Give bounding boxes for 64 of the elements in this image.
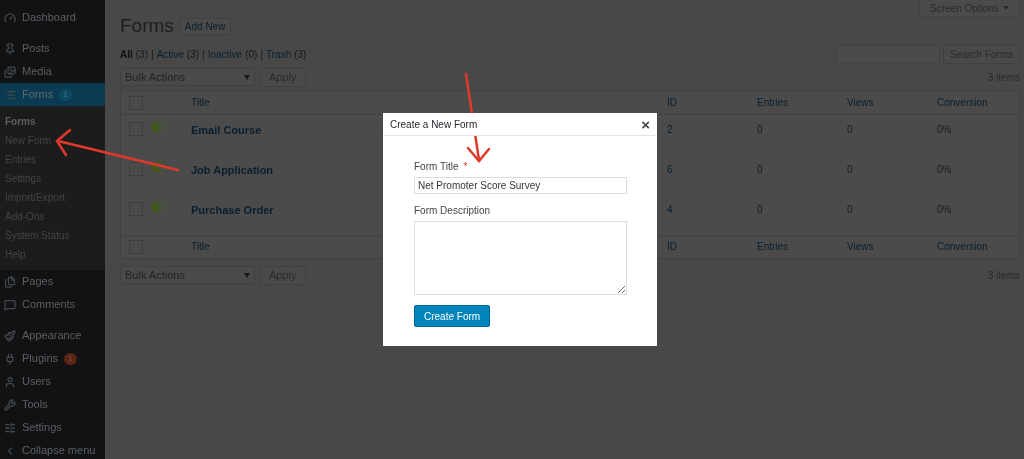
- form-title-link[interactable]: Email Course: [191, 121, 262, 138]
- wrench-icon: [4, 398, 16, 411]
- filter-separator: |: [260, 47, 263, 62]
- column-header[interactable]: Entries: [757, 95, 789, 110]
- create-form-button[interactable]: Create Form: [414, 305, 491, 327]
- status-toggle[interactable]: [151, 161, 167, 172]
- required-mark: *: [463, 160, 468, 174]
- count-badge: 1: [59, 88, 72, 101]
- column-header[interactable]: Views: [847, 95, 874, 110]
- status-toggle[interactable]: [151, 121, 167, 132]
- sidebar-item[interactable]: Tools: [0, 393, 105, 416]
- list-icon: [4, 88, 16, 101]
- user-icon: [4, 375, 16, 388]
- filter-link[interactable]: All: [120, 46, 133, 62]
- sidebar-item[interactable]: Posts: [0, 37, 105, 60]
- caret-icon: [244, 272, 250, 278]
- paintbrush-icon: [4, 329, 16, 342]
- sidebar-item[interactable]: Dashboard: [0, 6, 105, 29]
- submenu-item[interactable]: Forms: [0, 112, 105, 131]
- close-button[interactable]: ×: [641, 116, 650, 132]
- sidebar-item[interactable]: Users: [0, 370, 105, 393]
- dialog-title: Create a New Form: [390, 117, 478, 132]
- form-id-link[interactable]: 2: [667, 121, 673, 137]
- form-description-field[interactable]: [414, 221, 627, 295]
- sidebar-item[interactable]: Plugins 1: [0, 347, 105, 370]
- sidebar-item[interactable]: Media: [0, 60, 105, 83]
- sidebar-item[interactable]: Collapse menu: [0, 439, 105, 459]
- column-header[interactable]: Title: [191, 239, 210, 254]
- sidebar-item[interactable]: Comments: [0, 293, 105, 316]
- field-label: Form Description: [414, 204, 492, 218]
- plug-icon: [4, 352, 16, 365]
- caret-icon: [244, 74, 250, 80]
- form-title-input[interactable]: Net Promoter Score Survey: [414, 177, 627, 194]
- column-header[interactable]: Conversion: [937, 239, 988, 254]
- form-id-link[interactable]: 6: [667, 161, 673, 177]
- sidebar-item[interactable]: Settings: [0, 416, 105, 439]
- sidebar-item[interactable]: Forms 1: [0, 83, 105, 106]
- gauge-icon: [4, 11, 16, 24]
- column-header[interactable]: Title: [191, 95, 210, 110]
- checkbox[interactable]: [129, 161, 143, 176]
- count-badge: 1: [64, 352, 77, 365]
- images-icon: [4, 65, 16, 78]
- pin-icon: [4, 42, 16, 55]
- sidebar-item[interactable]: Appearance: [0, 324, 105, 347]
- form-title-link[interactable]: Job Application: [191, 161, 274, 178]
- column-header[interactable]: Conversion: [937, 95, 988, 110]
- column-header[interactable]: ID: [667, 95, 677, 110]
- sliders-icon: [4, 421, 16, 434]
- filter-separator: |: [202, 47, 205, 62]
- status-toggle[interactable]: [151, 201, 167, 212]
- column-header[interactable]: Views: [847, 239, 874, 254]
- pages-icon: [4, 275, 16, 288]
- column-header[interactable]: ID: [667, 239, 677, 254]
- caret-icon: [1003, 6, 1009, 10]
- field-label: Form Title: [414, 160, 459, 174]
- filter-link[interactable]: Active: [156, 46, 184, 62]
- sidebar-item[interactable]: Pages: [0, 270, 105, 293]
- form-id-link[interactable]: 4: [667, 201, 673, 217]
- filter-separator: |: [151, 47, 154, 62]
- form-title-link[interactable]: Purchase Order: [191, 201, 274, 218]
- add-new-button[interactable]: Add New: [178, 17, 232, 35]
- column-header[interactable]: Entries: [757, 239, 789, 254]
- filter-link[interactable]: Inactive: [207, 46, 243, 62]
- speech-bubble-icon: [4, 298, 16, 311]
